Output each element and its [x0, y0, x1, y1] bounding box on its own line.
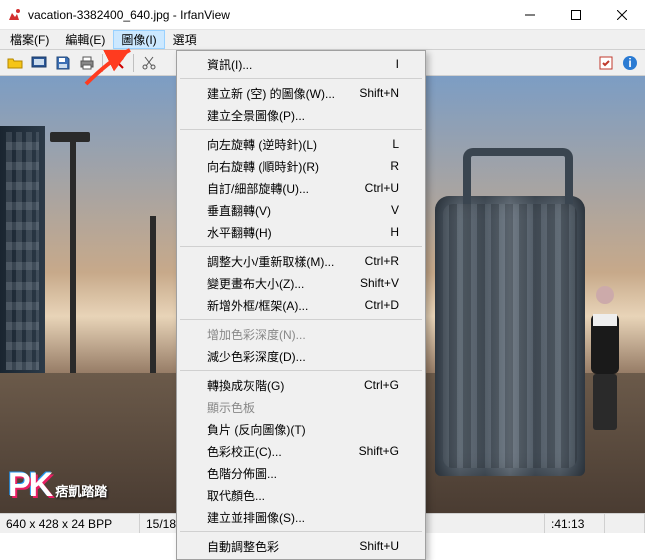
- menu-item[interactable]: 建立並排圖像(S)...: [179, 506, 423, 528]
- menu-item-label: 取代顏色...: [207, 487, 399, 504]
- menu-item-label: 垂直翻轉(V): [207, 202, 375, 219]
- menu-item-label: 向左旋轉 (逆時針)(L): [207, 136, 376, 153]
- menu-separator: [180, 78, 422, 79]
- menu-options[interactable]: 選項: [165, 30, 205, 49]
- status-dimensions: 640 x 428 x 24 BPP: [0, 514, 140, 533]
- status-time: :41:13: [545, 514, 605, 533]
- menu-item-label: 色彩校正(C)...: [207, 443, 343, 460]
- menubar: 檔案(F) 編輯(E) 圖像(I) 選項: [0, 30, 645, 50]
- menu-separator: [180, 370, 422, 371]
- menu-item[interactable]: 建立新 (空) 的圖像(W)... Shift+N: [179, 82, 423, 104]
- window-controls: [507, 0, 645, 29]
- menu-item-shortcut: Shift+U: [359, 539, 399, 553]
- menu-item-label: 增加色彩深度(N)...: [207, 326, 399, 343]
- delete-button[interactable]: [107, 52, 129, 74]
- menu-item: 增加色彩深度(N)...: [179, 323, 423, 345]
- menu-item-label: 轉換成灰階(G): [207, 377, 348, 394]
- watermark-text: 痞凱踏踏: [55, 481, 107, 500]
- menu-item[interactable]: 減少色彩深度(D)...: [179, 345, 423, 367]
- menu-item[interactable]: 色階分佈圖...: [179, 462, 423, 484]
- menu-item[interactable]: 建立全景圖像(P)...: [179, 104, 423, 126]
- toolbar-separator: [133, 54, 134, 72]
- toolbar-separator: [102, 54, 103, 72]
- menu-item-shortcut: Shift+N: [359, 86, 399, 100]
- print-button[interactable]: [76, 52, 98, 74]
- menu-item[interactable]: 色彩校正(C)... Shift+G: [179, 440, 423, 462]
- menu-item-label: 建立全景圖像(P)...: [207, 107, 399, 124]
- menu-item-label: 資訊(I)...: [207, 56, 380, 73]
- menu-item-shortcut: Shift+G: [359, 444, 399, 458]
- watermark-logo: PK: [8, 466, 51, 505]
- menu-item-label: 減少色彩深度(D)...: [207, 348, 399, 365]
- window-title: vacation-3382400_640.jpg - IrfanView: [28, 8, 507, 22]
- menu-item-shortcut: L: [392, 137, 399, 151]
- minimize-button[interactable]: [507, 0, 553, 29]
- menu-item[interactable]: 資訊(I)... I: [179, 53, 423, 75]
- menu-item-label: 自訂/細部旋轉(U)...: [207, 180, 349, 197]
- menu-edit-label: 編輯(E): [65, 31, 105, 48]
- menu-item-label: 色階分佈圖...: [207, 465, 399, 482]
- menu-item-label: 水平翻轉(H): [207, 224, 374, 241]
- menu-item-shortcut: Ctrl+R: [365, 254, 399, 268]
- titlebar: vacation-3382400_640.jpg - IrfanView: [0, 0, 645, 30]
- maximize-button[interactable]: [553, 0, 599, 29]
- menu-separator: [180, 531, 422, 532]
- menu-item-label: 調整大小/重新取樣(M)...: [207, 253, 349, 270]
- menu-separator: [180, 319, 422, 320]
- menu-item[interactable]: 向左旋轉 (逆時針)(L) L: [179, 133, 423, 155]
- menu-item-label: 建立並排圖像(S)...: [207, 509, 399, 526]
- menu-item-shortcut: Ctrl+U: [365, 181, 399, 195]
- suitcase-graphic: [435, 196, 585, 476]
- svg-text:i: i: [628, 56, 631, 70]
- menu-item[interactable]: 取代顏色...: [179, 484, 423, 506]
- cut-button[interactable]: [138, 52, 160, 74]
- app-icon: [6, 7, 22, 23]
- menu-separator: [180, 129, 422, 130]
- menu-item[interactable]: 新增外框/框架(A)... Ctrl+D: [179, 294, 423, 316]
- image-menu-dropdown: 資訊(I)... I 建立新 (空) 的圖像(W)... Shift+N 建立全景圖像(…: [176, 50, 426, 560]
- menu-item-label: 顯示色板: [207, 399, 399, 416]
- menu-item-label: 向右旋轉 (順時針)(R): [207, 158, 374, 175]
- menu-item-shortcut: R: [390, 159, 399, 173]
- menu-image[interactable]: 圖像(I): [113, 30, 164, 49]
- menu-item[interactable]: 向右旋轉 (順時針)(R) R: [179, 155, 423, 177]
- menu-item[interactable]: 調整大小/重新取樣(M)... Ctrl+R: [179, 250, 423, 272]
- menu-item[interactable]: 變更畫布大小(Z)... Shift+V: [179, 272, 423, 294]
- menu-options-label: 選項: [173, 31, 197, 48]
- open-button[interactable]: [4, 52, 26, 74]
- save-button[interactable]: [52, 52, 74, 74]
- menu-item-label: 建立新 (空) 的圖像(W)...: [207, 85, 343, 102]
- menu-item-shortcut: Ctrl+G: [364, 378, 399, 392]
- menu-item-shortcut: V: [391, 203, 399, 217]
- menu-item[interactable]: 自動調整色彩 Shift+U: [179, 535, 423, 557]
- watermark: PK 痞凱踏踏: [8, 466, 107, 505]
- menu-item[interactable]: 負片 (反向圖像)(T): [179, 418, 423, 440]
- menu-item[interactable]: 轉換成灰階(G) Ctrl+G: [179, 374, 423, 396]
- menu-item-shortcut: Ctrl+D: [365, 298, 399, 312]
- menu-file-label: 檔案(F): [10, 31, 49, 48]
- menu-item[interactable]: 垂直翻轉(V) V: [179, 199, 423, 221]
- menu-item-label: 自動調整色彩: [207, 538, 343, 555]
- menu-item-shortcut: H: [390, 225, 399, 239]
- close-button[interactable]: [599, 0, 645, 29]
- settings-button[interactable]: [595, 52, 617, 74]
- menu-item-label: 負片 (反向圖像)(T): [207, 421, 399, 438]
- menu-file[interactable]: 檔案(F): [2, 30, 57, 49]
- menu-item-label: 變更畫布大小(Z)...: [207, 275, 344, 292]
- slideshow-button[interactable]: [28, 52, 50, 74]
- menu-edit[interactable]: 編輯(E): [57, 30, 113, 49]
- about-button[interactable]: i: [619, 52, 641, 74]
- status-extra: [605, 514, 645, 533]
- menu-item: 顯示色板: [179, 396, 423, 418]
- menu-item-label: 新增外框/框架(A)...: [207, 297, 349, 314]
- menu-image-label: 圖像(I): [121, 31, 156, 48]
- menu-item[interactable]: 水平翻轉(H) H: [179, 221, 423, 243]
- menu-item-shortcut: I: [396, 57, 399, 71]
- menu-item-shortcut: Shift+V: [360, 276, 399, 290]
- menu-item[interactable]: 自訂/細部旋轉(U)... Ctrl+U: [179, 177, 423, 199]
- menu-separator: [180, 246, 422, 247]
